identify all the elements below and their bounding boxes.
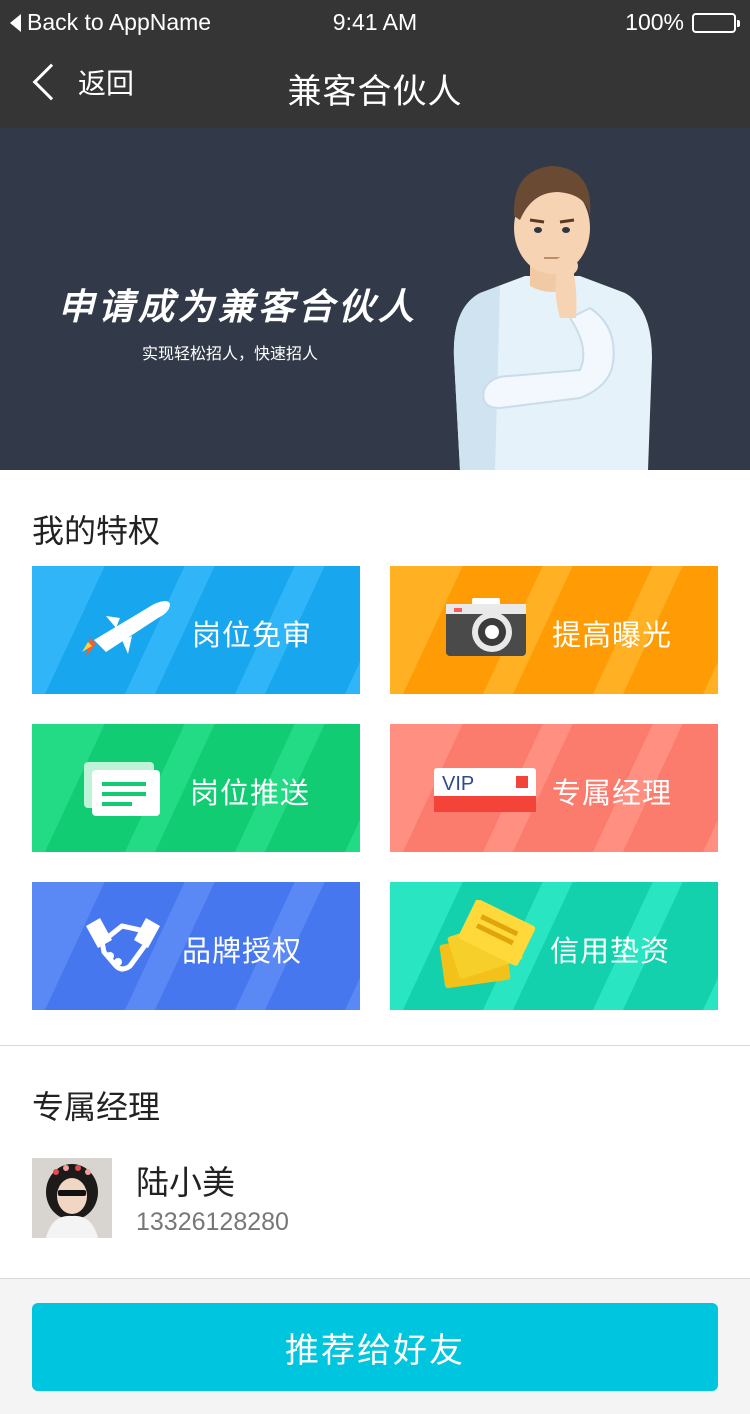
privilege-label: 岗位推送 [190, 776, 311, 810]
privilege-card-brand-authorization[interactable]: 品牌授权 [32, 882, 360, 1010]
status-bar: Back to AppName 9:41 AM 100% [0, 0, 750, 44]
banner-subtitle: 实现轻松招人，快速招人 [142, 344, 319, 363]
privilege-label: 岗位免审 [192, 618, 313, 652]
battery-icon [692, 12, 740, 33]
recommend-to-friend-button[interactable]: 推荐给好友 [32, 1303, 718, 1391]
manager-avatar [32, 1158, 112, 1238]
manager-section-title: 专属经理 [32, 1088, 161, 1126]
handshake-icon [86, 918, 160, 972]
credit-cards-icon [439, 900, 536, 989]
page-title: 兼客合伙人 [287, 72, 463, 112]
privilege-card-job-push[interactable]: 岗位推送 [32, 724, 360, 852]
section-divider [0, 1045, 750, 1046]
camera-icon [446, 598, 526, 656]
message-icon [84, 762, 160, 816]
navigation-bar: 返回 兼客合伙人 [0, 44, 750, 128]
battery-indicator: 100% [625, 9, 740, 36]
privilege-label: 信用垫资 [550, 934, 671, 968]
banner-slogan: 申请成为兼客合伙人 [58, 286, 419, 328]
thinking-man-illustration [453, 166, 652, 470]
privilege-card-dedicated-manager[interactable]: VIP 专属经理 [390, 724, 718, 852]
privilege-label: 品牌授权 [182, 934, 303, 968]
privilege-label: 提高曝光 [552, 618, 673, 652]
rocket-icon [82, 601, 170, 656]
top-bar: Back to AppName 9:41 AM 100% 返回 兼客合伙人 [0, 0, 750, 128]
battery-percent: 100% [625, 9, 684, 35]
hero-banner: 申请成为兼客合伙人 实现轻松招人，快速招人 [0, 128, 750, 470]
privilege-label: 专属经理 [552, 776, 673, 810]
privilege-card-credit-advance[interactable]: 信用垫资 [390, 882, 718, 1010]
manager-phone[interactable]: 13326128280 [136, 1208, 289, 1237]
privilege-card-job-review-exempt[interactable]: 岗位免审 [32, 566, 360, 694]
manager-name: 陆小美 [136, 1163, 235, 1202]
svg-text:VIP: VIP [442, 773, 474, 795]
privileges-title: 我的特权 [32, 512, 161, 550]
privilege-card-boost-exposure[interactable]: 提高曝光 [390, 566, 718, 694]
vip-card-icon: VIP [434, 768, 536, 812]
